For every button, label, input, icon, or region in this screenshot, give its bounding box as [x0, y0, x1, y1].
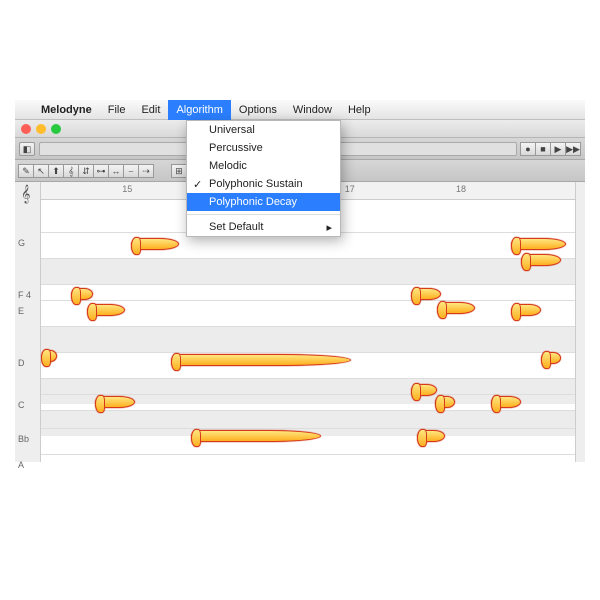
note-blob[interactable]	[417, 430, 445, 442]
edit-tool-button[interactable]: ⎯	[123, 164, 139, 178]
pitch-label: A	[18, 460, 24, 470]
minimize-icon[interactable]	[36, 124, 46, 134]
grid-tool-button[interactable]: ⊞	[171, 164, 187, 178]
pitch-label: G	[18, 238, 25, 248]
right-gutter	[575, 182, 585, 462]
note-blob[interactable]	[411, 288, 441, 300]
edit-tool-button[interactable]: ⇵	[78, 164, 94, 178]
transport-button[interactable]: ▶▶	[565, 142, 581, 156]
algo-option[interactable]: Polyphonic Sustain	[187, 175, 340, 193]
edit-tool-button[interactable]: ⬆	[48, 164, 64, 178]
pitch-label: E	[18, 306, 24, 316]
transport-button[interactable]: ●	[520, 142, 536, 156]
note-blob[interactable]	[521, 254, 561, 266]
algorithm-menu: UniversalPercussiveMelodicPolyphonic Sus…	[186, 120, 341, 237]
edit-tool-button[interactable]: ↖	[33, 164, 49, 178]
pitch-label: F 4	[18, 290, 31, 300]
menu-algorithm[interactable]: Algorithm	[168, 100, 230, 120]
zoom-icon[interactable]	[51, 124, 61, 134]
app-menu[interactable]: Melodyne	[33, 100, 100, 120]
system-menubar: Melodyne FileEditAlgorithmOptionsWindowH…	[15, 100, 585, 120]
note-blob[interactable]	[87, 304, 125, 316]
note-blob[interactable]	[95, 396, 135, 408]
algo-option[interactable]: Polyphonic Decay	[187, 193, 340, 211]
note-blob[interactable]	[541, 352, 561, 364]
pitch-gutter: 𝄞 GF 4EDCBbA	[15, 182, 41, 462]
view-toggle-button[interactable]: ◧	[19, 142, 35, 156]
note-blob[interactable]	[435, 396, 455, 408]
algo-option[interactable]: Percussive	[187, 139, 340, 157]
set-default-submenu[interactable]: Set Default	[187, 218, 340, 236]
pitch-label: D	[18, 358, 25, 368]
algo-option[interactable]: Melodic	[187, 157, 340, 175]
transport-button[interactable]: ▶	[550, 142, 566, 156]
note-blob[interactable]	[411, 384, 437, 396]
note-blob[interactable]	[437, 302, 475, 314]
bar-number: 18	[456, 184, 466, 194]
edit-tool-button[interactable]: ✎	[18, 164, 34, 178]
edit-tool-button[interactable]: 𝄞	[63, 164, 79, 178]
pitch-row	[41, 258, 575, 284]
edit-tool-button[interactable]: ↔	[108, 164, 124, 178]
edit-tool-button[interactable]: ⇢	[138, 164, 154, 178]
note-blob[interactable]	[491, 396, 521, 408]
pitch-label: Bb	[18, 434, 29, 444]
note-blob[interactable]	[171, 354, 351, 366]
note-blob[interactable]	[41, 350, 57, 362]
note-blob[interactable]	[191, 430, 321, 442]
pitch-row	[41, 326, 575, 352]
edit-tool-button[interactable]: ⊶	[93, 164, 109, 178]
bar-number: 17	[345, 184, 355, 194]
note-blob[interactable]	[511, 238, 566, 250]
pitch-row	[41, 454, 575, 462]
menu-file[interactable]: File	[100, 100, 134, 120]
pitch-label: C	[18, 400, 25, 410]
menu-window[interactable]: Window	[285, 100, 340, 120]
transport-button[interactable]: ■	[535, 142, 551, 156]
close-icon[interactable]	[21, 124, 31, 134]
note-blob[interactable]	[511, 304, 541, 316]
menu-help[interactable]: Help	[340, 100, 379, 120]
note-blob[interactable]	[71, 288, 93, 300]
bar-number: 15	[122, 184, 132, 194]
algo-option[interactable]: Universal	[187, 121, 340, 139]
note-blob[interactable]	[131, 238, 179, 250]
menu-edit[interactable]: Edit	[133, 100, 168, 120]
clef-icon: 𝄞	[21, 186, 30, 204]
menu-options[interactable]: Options	[231, 100, 285, 120]
